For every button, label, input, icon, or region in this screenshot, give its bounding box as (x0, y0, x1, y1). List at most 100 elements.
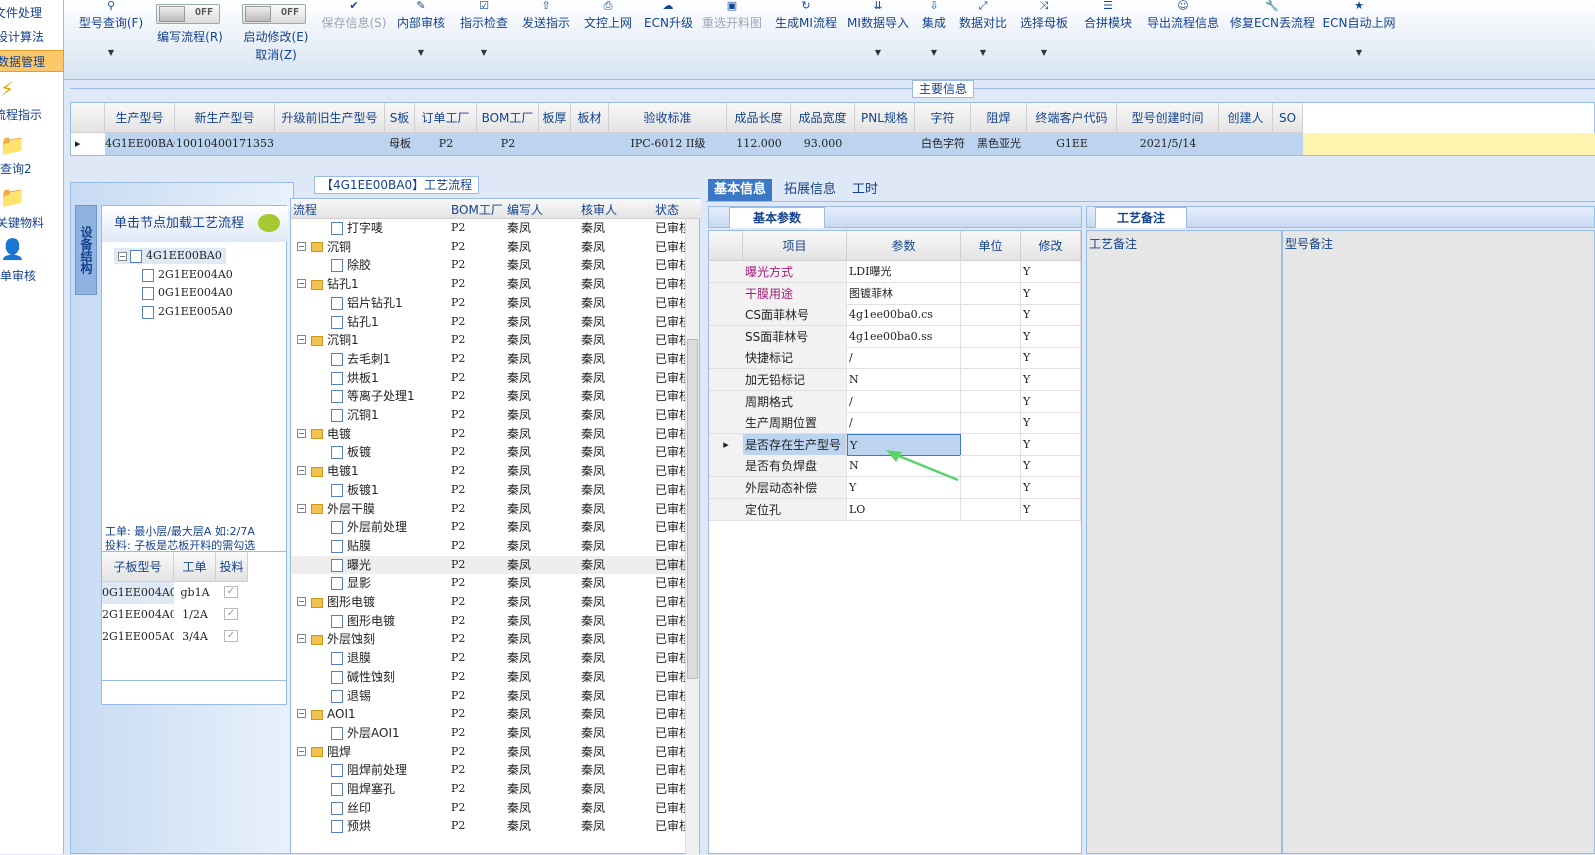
cell[interactable]: 母板 (385, 133, 415, 155)
process-row[interactable]: 沉铜1 − P2 秦凤 秦凤 已审核 (291, 331, 685, 350)
tab-extended-info[interactable]: 拓展信息 (778, 179, 842, 201)
process-row[interactable]: 外层AOI1 P2 秦凤 秦凤 已审核 (291, 724, 685, 743)
col-header[interactable]: 成品长度 (727, 103, 791, 133)
param-unit[interactable] (961, 282, 1021, 305)
process-row[interactable]: 烘板1 P2 秦凤 秦凤 已审核 (291, 369, 685, 388)
export-flow-button[interactable]: ☺ 导出流程信息 (1144, 0, 1222, 34)
col-header[interactable]: 字符 (915, 103, 971, 133)
param-value[interactable]: / (847, 390, 961, 413)
col-reviewer[interactable]: 核审人 (581, 201, 617, 218)
param-unit[interactable] (961, 325, 1021, 348)
col-header[interactable]: 板材 (571, 103, 609, 133)
param-unit[interactable] (961, 261, 1021, 283)
process-row[interactable]: 板镀 P2 秦凤 秦凤 已审核 (291, 443, 685, 462)
sub-board-model[interactable]: 2G1EE005A0 (102, 626, 174, 648)
col-header[interactable]: SO (1273, 103, 1303, 133)
col-header[interactable]: 参数 (847, 231, 961, 261)
cell[interactable]: 黑色亚光 (971, 133, 1027, 155)
process-row[interactable]: 退锡 P2 秦凤 秦凤 已审核 (291, 687, 685, 706)
param-value[interactable]: LDI曝光 (847, 261, 961, 283)
param-unit[interactable] (961, 433, 1021, 456)
col-header[interactable]: 新生产型号 (175, 103, 275, 133)
cell[interactable]: 93.000 (791, 133, 855, 155)
ecn-upgrade-button[interactable]: ☁ ECN升级 (644, 0, 693, 34)
process-row[interactable]: 阻焊前处理 P2 秦凤 秦凤 已审核 (291, 761, 685, 780)
sub-board-workorder[interactable]: gb1A (174, 582, 216, 604)
feed-checkbox[interactable]: ✓ (224, 586, 238, 598)
collapse-icon[interactable]: − (297, 279, 306, 289)
col-header[interactable]: PNL规格 (855, 103, 915, 133)
row-selector[interactable] (709, 498, 743, 521)
process-row[interactable]: 阻焊塞孔 P2 秦凤 秦凤 已审核 (291, 780, 685, 799)
process-row[interactable]: 外层干膜 − P2 秦凤 秦凤 已审核 (291, 500, 685, 519)
col-header[interactable]: 阻焊 (971, 103, 1027, 133)
row-selector[interactable] (709, 455, 743, 478)
process-row[interactable]: 除胶 P2 秦凤 秦凤 已审核 (291, 256, 685, 275)
cell[interactable] (1219, 133, 1273, 155)
doc-publish-button[interactable]: ⎙ 文控上网 (582, 0, 634, 34)
cell[interactable]: 4G1EE00BA0 (105, 133, 175, 155)
check-instruction-button[interactable]: ☑ 指示检查 ▼ (458, 0, 510, 58)
collapse-icon[interactable]: − (297, 503, 306, 513)
collapse-icon[interactable]: − (297, 335, 306, 345)
sub-board-workorder[interactable]: 3/4A (174, 626, 216, 648)
process-row[interactable]: 曝光 P2 秦凤 秦凤 已审核 (291, 555, 685, 575)
param-value[interactable]: / (847, 412, 961, 435)
row-selector[interactable] (709, 325, 743, 348)
param-mod[interactable]: Y (1021, 304, 1081, 327)
model-remark-box[interactable]: 型号备注 (1282, 230, 1595, 854)
col-header[interactable]: 创建人 (1219, 103, 1273, 133)
cell[interactable]: P2 (477, 133, 539, 155)
row-selector[interactable] (709, 304, 743, 327)
nav-item-query2[interactable]: 查询2 (0, 158, 64, 180)
col-header[interactable]: 订单工厂 (415, 103, 477, 133)
cell[interactable] (539, 133, 571, 155)
process-remark-box[interactable]: 工艺备注 (1086, 230, 1282, 854)
col-flow[interactable]: 流程 (293, 201, 317, 218)
col-header[interactable]: 工单 (174, 552, 216, 582)
param-mod[interactable]: Y (1021, 477, 1081, 499)
collapse-icon[interactable]: − (297, 466, 306, 476)
send-instruction-button[interactable]: ⇧ 发送指示 (520, 0, 572, 34)
cell[interactable]: 白色字符 (915, 133, 971, 155)
param-value[interactable]: N (847, 369, 961, 391)
collapse-icon[interactable]: − (297, 241, 306, 251)
process-row[interactable]: 沉铜1 P2 秦凤 秦凤 已审核 (291, 406, 685, 425)
select-motherboard-button[interactable]: ⤨ 选择母板 ▼ (1018, 0, 1070, 58)
ecn-auto-publish-button[interactable]: ★ ECN自动上网 ▼ (1322, 0, 1396, 58)
feed-checkbox[interactable]: ✓ (224, 608, 238, 620)
sub-board-workorder[interactable]: 1/2A (174, 604, 216, 626)
tab-basic-info[interactable]: 基本信息 (708, 179, 773, 201)
param-unit[interactable] (961, 347, 1021, 370)
col-header[interactable]: 生产型号 (105, 103, 175, 133)
col-writer[interactable]: 编写人 (507, 201, 543, 218)
col-header[interactable]: 单位 (961, 231, 1021, 261)
mi-import-button[interactable]: ⇊ MI数据导入 ▼ (846, 0, 910, 58)
param-unit[interactable] (961, 455, 1021, 478)
col-header[interactable]: 成品宽度 (791, 103, 855, 133)
cell[interactable]: P2 (415, 133, 477, 155)
tree-node[interactable]: 2G1EE004A0 (142, 268, 233, 282)
nav-item-review[interactable]: 单审核 (0, 265, 64, 287)
process-row[interactable]: 去毛刺1 P2 秦凤 秦凤 已审核 (291, 350, 685, 369)
param-unit[interactable] (961, 498, 1021, 521)
cell[interactable]: 112.000 (727, 133, 791, 155)
row-selector[interactable] (709, 390, 743, 413)
sub-board-model[interactable]: 0G1EE004A0 (102, 582, 174, 604)
col-header[interactable]: S板 (385, 103, 415, 133)
data-compare-button[interactable]: ⤢ 数据对比 ▼ (958, 0, 1008, 58)
process-row[interactable]: 图形电镀 − P2 秦凤 秦凤 已审核 (291, 593, 685, 612)
process-row[interactable]: 等离子处理1 P2 秦凤 秦凤 已审核 (291, 387, 685, 406)
nav-item-data-management[interactable]: 数据管理 (0, 50, 64, 72)
start-edit-toggle[interactable]: OFF (242, 4, 306, 24)
process-row[interactable]: 图形电镀 P2 秦凤 秦凤 已审核 (291, 612, 685, 631)
process-row[interactable]: 阻焊 − P2 秦凤 秦凤 已审核 (291, 743, 685, 762)
col-header[interactable]: 子板型号 (102, 552, 174, 582)
param-value[interactable]: / (847, 347, 961, 370)
col-header[interactable]: 修改 (1021, 231, 1081, 261)
col-header[interactable]: BOM工厂 (477, 103, 539, 133)
param-value[interactable]: 4g1ee00ba0.ss (847, 325, 961, 348)
collapse-icon[interactable]: − (297, 428, 306, 438)
collapse-icon[interactable]: − (297, 597, 306, 606)
param-unit[interactable] (961, 390, 1021, 413)
